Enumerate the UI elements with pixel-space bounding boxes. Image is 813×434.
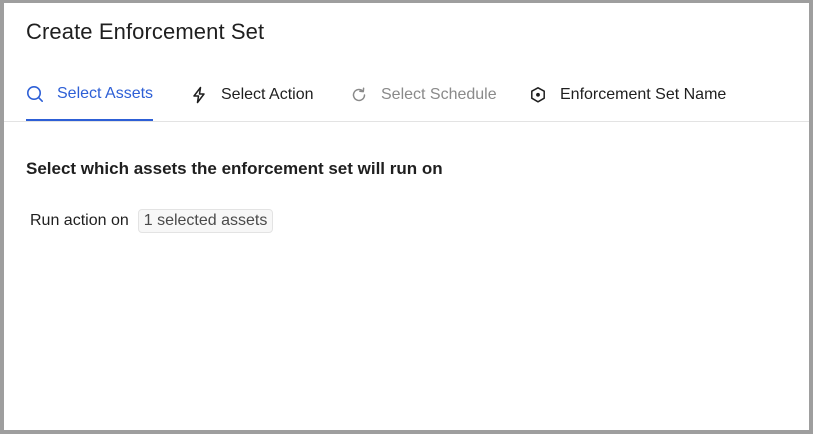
tab-label: Enforcement Set Name xyxy=(560,86,727,103)
tab-select-assets[interactable]: Select Assets xyxy=(26,69,154,121)
lightning-icon xyxy=(190,86,208,104)
refresh-icon xyxy=(350,86,368,104)
create-enforcement-set-dialog: Create Enforcement Set Select Assets Sel… xyxy=(4,3,809,430)
tab-label: Select Action xyxy=(221,86,314,103)
tab-label: Select Assets xyxy=(57,85,154,102)
shield-icon xyxy=(529,86,547,104)
dialog-frame: Create Enforcement Set Select Assets Sel… xyxy=(0,0,813,434)
dialog-title: Create Enforcement Set xyxy=(26,19,265,44)
wizard-tabs: Select Assets Select Action Select Sched… xyxy=(4,69,809,122)
run-action-label: Run action on xyxy=(30,212,129,229)
tab-enforcement-set-name[interactable]: Enforcement Set Name xyxy=(529,69,726,121)
search-icon xyxy=(26,85,44,103)
section-heading: Select which assets the enforcement set … xyxy=(26,159,443,178)
tab-label: Select Schedule xyxy=(381,86,497,103)
tab-select-action[interactable]: Select Action xyxy=(190,69,314,121)
run-action-row: Run action on 1 selected assets xyxy=(30,209,274,233)
tab-select-schedule[interactable]: Select Schedule xyxy=(350,69,497,121)
selected-assets-chip[interactable]: 1 selected assets xyxy=(137,209,274,233)
